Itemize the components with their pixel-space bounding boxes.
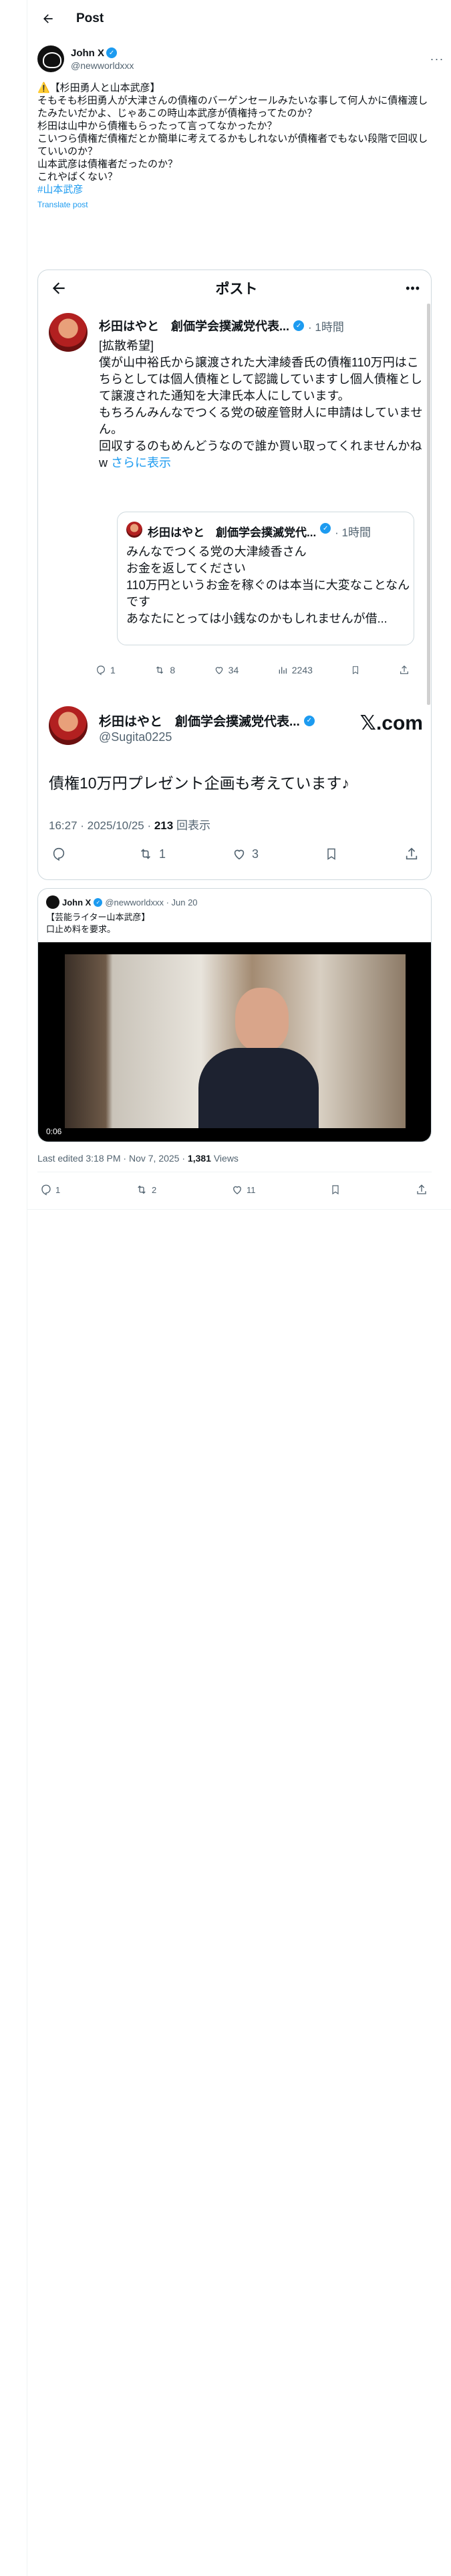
- repost-icon: [140, 849, 150, 859]
- quote-author-name: 杉田はやと 創価学会撲滅党代...: [148, 526, 317, 539]
- top-bar: Post: [27, 0, 451, 37]
- avatar: [46, 895, 59, 909]
- heart-icon: [215, 667, 222, 675]
- video-person: [198, 988, 319, 1128]
- post-line: こいつら債権だ債権だとか簡単に考えてるかもしれないが債権者でもない段階で回収して…: [37, 133, 428, 157]
- avatar: [49, 313, 88, 352]
- post-line: 山本武彦は債権者だったのか？: [37, 158, 178, 170]
- video-player[interactable]: 0:06: [38, 942, 431, 1142]
- quote-line: 110万円というお金を稼ぐのは本当に大変なことなんです: [126, 578, 410, 609]
- screenshot-header: ポスト •••: [38, 270, 431, 306]
- view-count[interactable]: 1,381: [188, 1153, 211, 1164]
- like-action: 3: [232, 847, 259, 861]
- video-frame: [65, 954, 406, 1128]
- hashtag-link[interactable]: #山本武彦: [37, 183, 432, 196]
- heart-icon: [234, 849, 245, 860]
- tweet-line: [拡散希望]: [99, 339, 154, 352]
- share-icon: [400, 665, 408, 674]
- read-more-link: さらに表示: [111, 456, 172, 469]
- repost-action: 1: [138, 847, 166, 861]
- repost-button[interactable]: 2: [135, 1184, 156, 1196]
- verified-icon: ✓: [320, 523, 331, 534]
- views-icon: [279, 667, 287, 674]
- reply-action: [51, 847, 71, 861]
- post-actions: 1 2 11: [40, 1184, 428, 1196]
- quoted-line: 【芸能ライター山本武彦】: [46, 912, 150, 922]
- bookmark-icon: [332, 1185, 339, 1195]
- bookmark-icon: [353, 666, 359, 675]
- screenshot-scrollbar: [427, 304, 430, 705]
- more-options-icon[interactable]: ···: [429, 52, 445, 66]
- reply-icon: [53, 847, 65, 861]
- avatar: [49, 706, 88, 745]
- avatar[interactable]: [37, 45, 64, 72]
- views-stat: 2243: [277, 665, 313, 675]
- screenshot-title: ポスト: [215, 282, 258, 297]
- post-line: そもそも杉田勇人が大津さんの債権のバーゲンセールみたいな事して何人かに債権渡した…: [37, 95, 428, 119]
- quote-line: みんなでつくる党の大津綾香さん: [126, 545, 307, 558]
- bookmark-icon: [327, 848, 335, 860]
- tweet2-handle: @Sugita0225: [99, 730, 172, 744]
- share-stat: [399, 665, 410, 675]
- translate-link[interactable]: Translate post: [37, 199, 432, 211]
- heart-icon: [233, 1186, 241, 1194]
- like-button[interactable]: 11: [231, 1184, 255, 1196]
- repost-icon: [138, 1185, 146, 1194]
- share-icon: [417, 1184, 426, 1194]
- quoted-author-name: John X: [62, 897, 92, 907]
- tweet-line: もちろんみんなでつくる党の破産管財人に申請はしていません。: [99, 406, 423, 436]
- post-line: 杉田は山中から債権もらったって言ってなかったか？: [37, 120, 277, 132]
- post-meta: Last edited 3:18 PM · Nov 7, 2025 · 1,38…: [37, 1153, 239, 1164]
- tweet2-meta: 16:27 · 2025/10/25 · 213 回表示: [49, 819, 210, 832]
- screenshot-stats: 1 8 34 2243: [96, 665, 410, 675]
- quoted-handle: @newworldxxx · Jun 20: [105, 897, 198, 907]
- reply-stat: 1: [96, 665, 116, 675]
- page-title: Post: [76, 11, 104, 25]
- quoted-line: 口止め料を要求。: [46, 924, 116, 934]
- share-action: [404, 847, 419, 861]
- verified-icon: ✓: [106, 47, 118, 58]
- post-line: ⚠️【杉田勇人と山本武彦】: [37, 82, 160, 94]
- repost-stat: 8: [154, 665, 175, 675]
- post-body: ⚠️【杉田勇人と山本武彦】 そもそも杉田勇人が大津さんの債権のバーゲンセールみた…: [37, 82, 432, 211]
- quote-line: あなたにとっては小銭なのかもしれませんが借...: [126, 612, 388, 625]
- divider: [27, 1209, 451, 1210]
- tweet2-text: 債権10万円プレゼント企画も考えています♪: [49, 774, 349, 792]
- share-icon: [406, 847, 418, 860]
- video-duration: 0:06: [46, 1127, 62, 1136]
- more-icon: •••: [406, 281, 420, 295]
- back-arrow-icon: [52, 282, 65, 294]
- post-line: これやばくない？: [37, 171, 118, 183]
- quoted-post[interactable]: John X ✓ @newworldxxx · Jun 20 【芸能ライター山本…: [37, 888, 432, 1142]
- tweet2-actions: 1 3: [51, 847, 419, 861]
- tweet-time: · 1時間: [308, 320, 344, 334]
- embedded-screenshot[interactable]: ポスト ••• 杉田はやと 創価学会撲滅党代表... ✓ · 1時間 [拡散希望…: [37, 270, 432, 880]
- quote-line: お金を返してください: [126, 562, 246, 575]
- post-author: John X ✓ @newworldxxx ···: [37, 43, 445, 75]
- repost-icon: [156, 666, 164, 674]
- reply-button[interactable]: 1: [40, 1184, 60, 1196]
- avatar: [126, 522, 142, 538]
- verified-icon: ✓: [94, 897, 103, 907]
- share-button[interactable]: [416, 1184, 428, 1196]
- verified-icon: ✓: [293, 320, 305, 331]
- verified-icon: ✓: [303, 715, 315, 726]
- bookmark-button[interactable]: [330, 1184, 341, 1196]
- reply-icon: [97, 665, 105, 675]
- bookmark-stat: [351, 665, 360, 675]
- tweet-author-name: 杉田はやと 創価学会撲滅党代表...: [99, 320, 290, 333]
- author-name[interactable]: John X: [71, 47, 104, 59]
- quote-time: · 1時間: [335, 526, 371, 539]
- x-logo-icon: 𝕏.com: [359, 712, 423, 734]
- back-arrow-icon[interactable]: [35, 5, 61, 32]
- author-handle[interactable]: @newworldxxx: [71, 60, 429, 71]
- bookmark-action: [325, 847, 338, 861]
- reply-icon: [41, 1184, 51, 1196]
- tweet2-author-name: 杉田はやと 創価学会撲滅党代表...: [99, 715, 300, 729]
- tweet-line: 僕が山中裕氏から譲渡された大津綾香氏の債権110万円はこちらとしては個人債権とし…: [99, 356, 423, 403]
- like-stat: 34: [214, 665, 239, 675]
